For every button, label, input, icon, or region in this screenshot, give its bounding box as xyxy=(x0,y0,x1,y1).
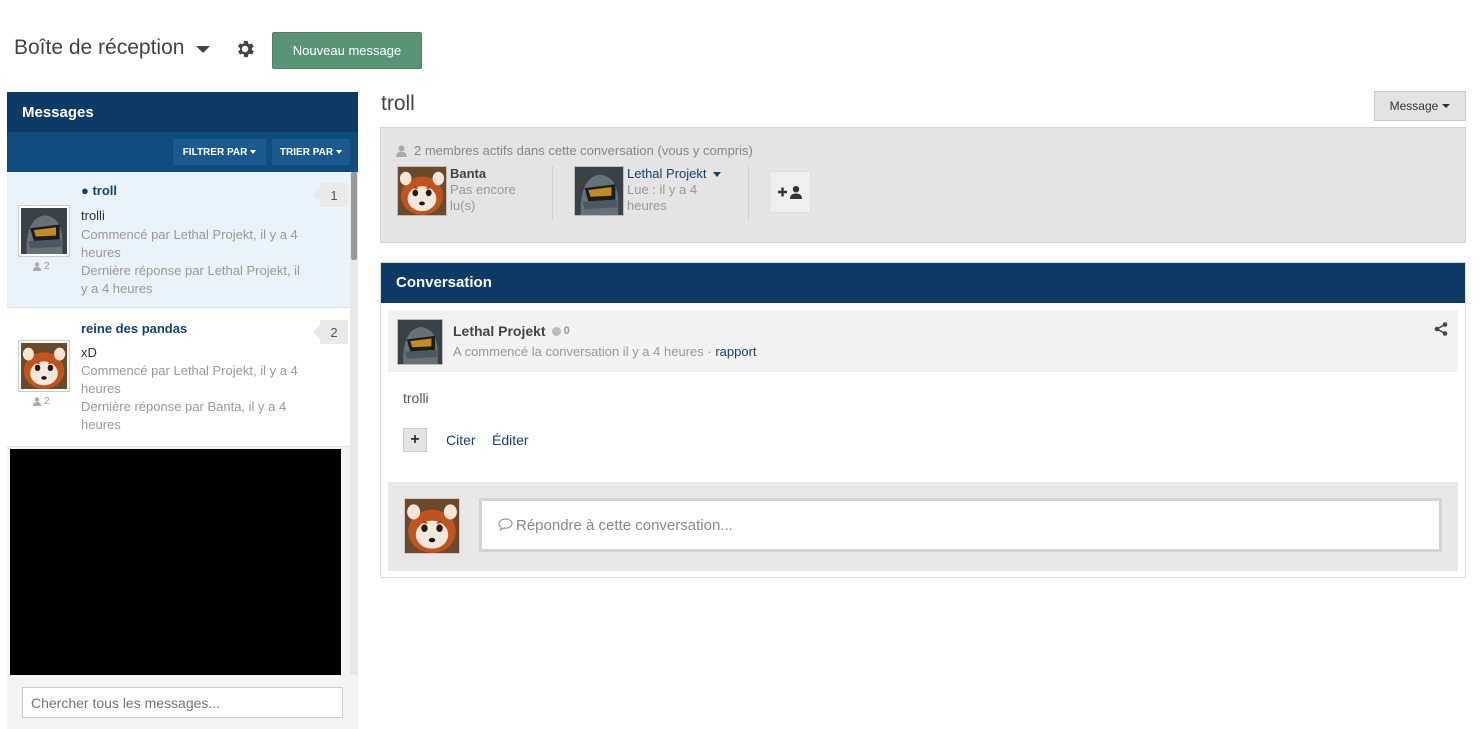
message-count-badge: 2 xyxy=(313,320,348,344)
reply-box: Répondre à cette conversation... xyxy=(388,482,1458,571)
messages-panel-title: Messages xyxy=(7,92,358,132)
members-panel: 2 membres actifs dans cette conversation… xyxy=(380,127,1466,243)
edit-link[interactable]: Éditer xyxy=(492,432,529,448)
divider xyxy=(748,166,749,220)
post-author: Lethal Projekt 0 xyxy=(453,323,570,339)
members-heading-text: 2 membres actifs dans cette conversation… xyxy=(414,143,753,158)
empty-media-area xyxy=(10,449,341,675)
member-count-value: 2 xyxy=(44,261,50,272)
post-author-name[interactable]: Lethal Projekt xyxy=(453,323,546,339)
member-status: Lue : il y a 4 heures xyxy=(627,182,698,213)
conversation-list: 2 ● troll trolli Commencé par Lethal Pro… xyxy=(7,172,350,447)
conversation-excerpt: xD xyxy=(81,345,97,360)
conversation-panel-title: Conversation xyxy=(381,263,1465,303)
message-count-badge: 1 xyxy=(313,183,348,207)
user-icon xyxy=(33,262,41,271)
caret-icon xyxy=(1442,104,1451,108)
avatar xyxy=(18,340,70,392)
member-name-text: Lethal Projekt xyxy=(627,166,707,181)
messages-panel: Messages FILTRER PAR TRIER PAR 2 ● troll… xyxy=(7,92,358,729)
member-name[interactable]: Lethal Projekt xyxy=(627,166,722,181)
add-user-icon xyxy=(778,186,802,199)
sort-button[interactable]: TRIER PAR xyxy=(272,139,350,165)
conversation-title[interactable]: ● troll xyxy=(81,183,117,198)
scrollbar[interactable] xyxy=(350,172,358,675)
reputation-count: 0 xyxy=(563,325,570,337)
filter-button[interactable]: FILTRER PAR xyxy=(173,139,266,165)
share-icon[interactable] xyxy=(1434,322,1448,336)
avatar xyxy=(404,498,460,554)
search-input[interactable] xyxy=(22,687,343,718)
quote-link[interactable]: Citer xyxy=(446,432,476,448)
conversation-item[interactable]: 2 reine des pandas xD Commencé par Letha… xyxy=(7,308,350,447)
user-icon xyxy=(396,144,407,157)
report-link[interactable]: rapport xyxy=(715,344,756,359)
conversation-started: Commencé par Lethal Projekt, il y a 4 he… xyxy=(81,227,298,260)
post-meta-text: A commencé la conversation il y a 4 heur… xyxy=(453,344,704,359)
conversation-title: troll xyxy=(381,92,415,115)
post-body: trolli xyxy=(403,390,429,406)
status-dot-icon xyxy=(551,326,561,336)
caret-icon xyxy=(250,150,257,154)
scrollbar-thumb[interactable] xyxy=(351,172,357,260)
post-meta: A commencé la conversation il y a 4 heur… xyxy=(453,344,757,359)
comment-icon xyxy=(498,518,513,532)
filter-label: FILTRER PAR xyxy=(182,146,248,158)
avatar xyxy=(397,166,447,216)
message-menu-label: Message xyxy=(1389,99,1439,113)
avatar xyxy=(18,205,70,257)
caret-icon xyxy=(336,150,343,154)
member-count-value: 2 xyxy=(44,396,50,407)
member-count: 2 xyxy=(33,261,50,272)
filter-bar: FILTRER PAR TRIER PAR xyxy=(7,132,358,172)
sort-label: TRIER PAR xyxy=(279,146,334,158)
members-heading: 2 membres actifs dans cette conversation… xyxy=(396,143,753,158)
conversation-item[interactable]: 2 ● troll trolli Commencé par Lethal Pro… xyxy=(7,172,350,308)
meta-separator: · xyxy=(707,344,712,359)
post-header: Lethal Projekt 0 A commencé la conversat… xyxy=(388,310,1458,372)
conversation-title[interactable]: reine des pandas xyxy=(81,321,187,336)
inbox-dropdown[interactable]: Boîte de réception xyxy=(14,36,211,60)
member-count: 2 xyxy=(33,396,50,407)
avatar[interactable] xyxy=(397,319,443,365)
divider xyxy=(552,166,553,220)
reply-input[interactable]: Répondre à cette conversation... xyxy=(479,498,1442,552)
conversation-panel: Conversation Lethal Projekt 0 A commencé… xyxy=(380,262,1466,578)
conversation-last-reply: Dernière réponse par Lethal Projekt, il … xyxy=(81,263,300,296)
avatar xyxy=(574,166,624,216)
add-member-button[interactable] xyxy=(769,171,811,213)
reply-placeholder: Répondre à cette conversation... xyxy=(516,517,733,534)
gear-icon[interactable] xyxy=(234,38,256,60)
member-status: Pas encore lu(s) xyxy=(450,182,516,213)
chevron-down-icon xyxy=(196,45,211,53)
new-message-button[interactable]: Nouveau message xyxy=(272,32,422,69)
conversation-last-reply: Dernière réponse par Banta, il y a 4 heu… xyxy=(81,399,287,432)
conversation-excerpt: trolli xyxy=(81,208,105,223)
page-title: Boîte de réception xyxy=(14,36,185,59)
caret-icon xyxy=(713,172,722,178)
expand-actions-button[interactable]: + xyxy=(403,428,427,452)
user-icon xyxy=(33,397,41,406)
member-name[interactable]: Banta xyxy=(450,166,486,181)
message-menu-button[interactable]: Message xyxy=(1374,91,1466,121)
conversation-started: Commencé par Lethal Projekt, il y a 4 he… xyxy=(81,363,298,396)
